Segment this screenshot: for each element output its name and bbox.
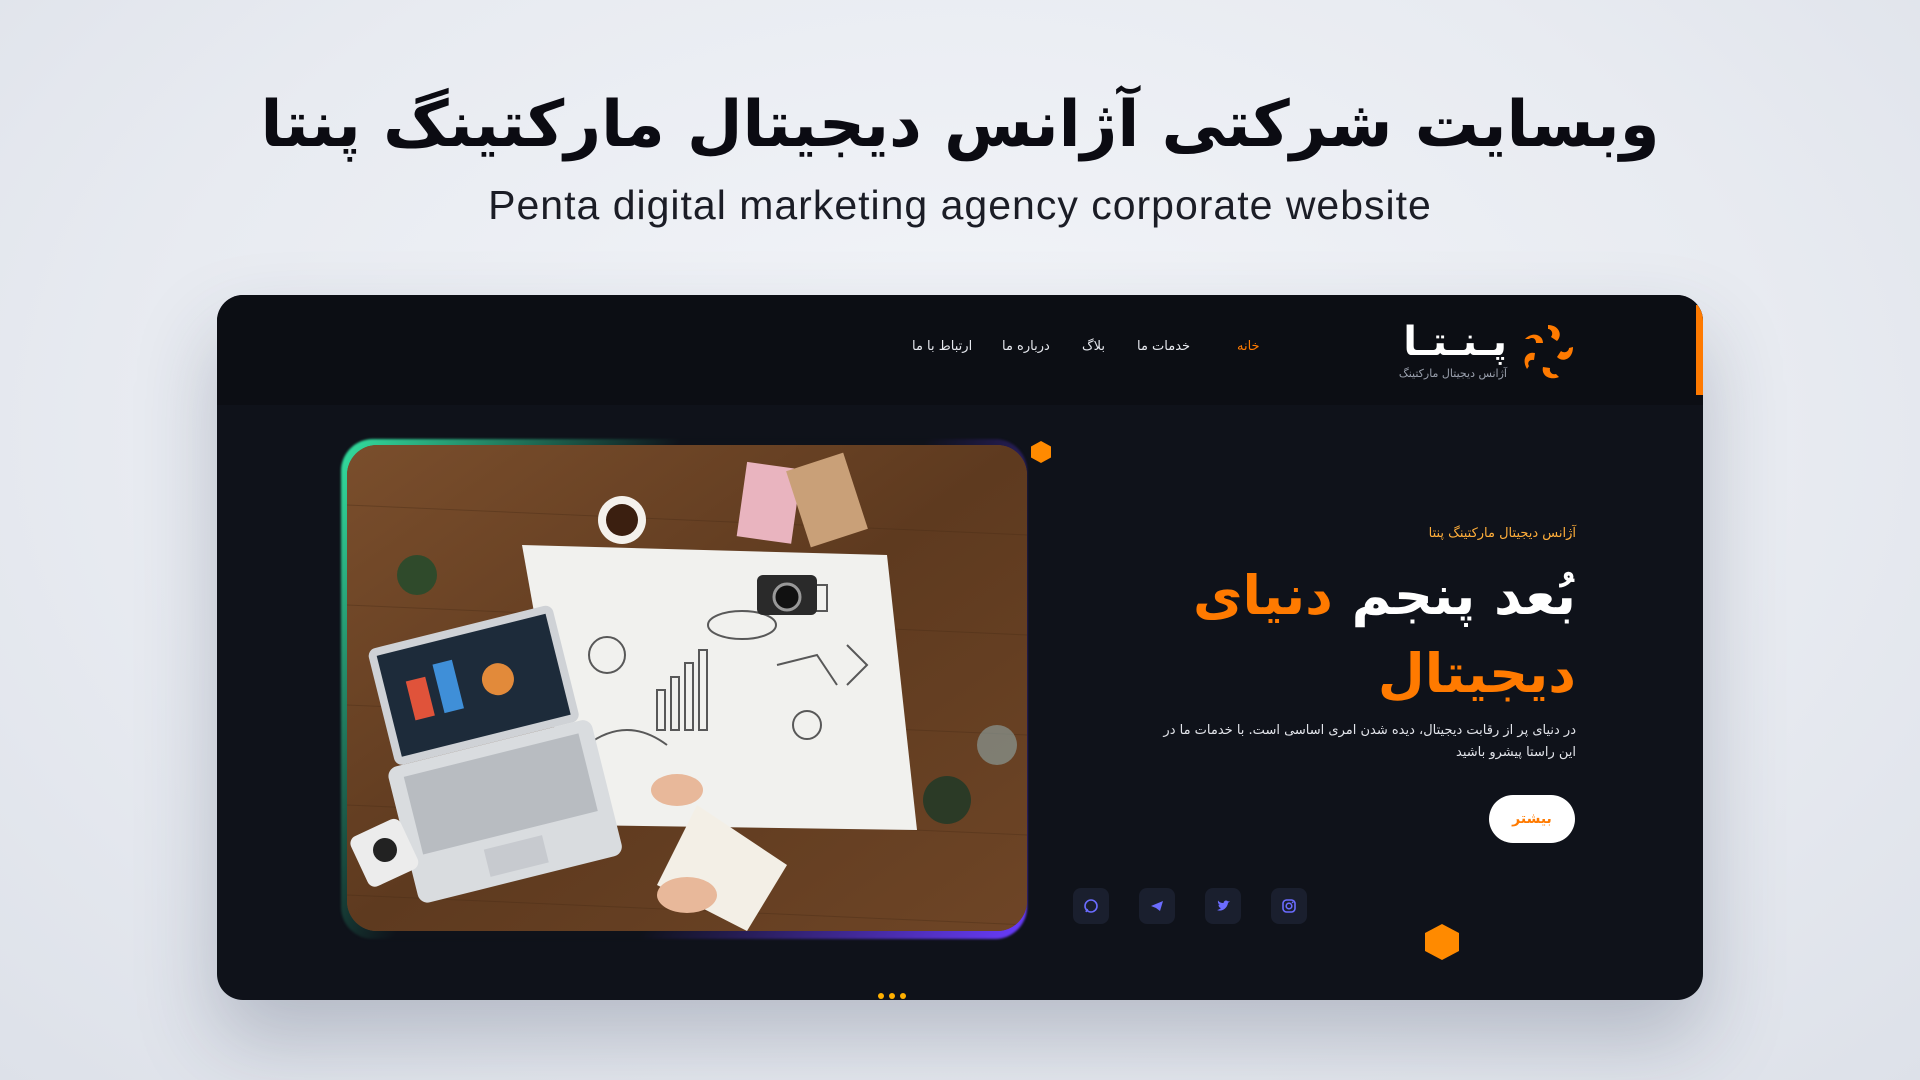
telegram-icon	[1151, 901, 1163, 911]
accent-bar	[1696, 305, 1703, 395]
hero-title-part3: دیجیتال	[1377, 642, 1576, 705]
hero-image	[347, 445, 1027, 931]
social-whatsapp-button[interactable]	[1073, 888, 1109, 924]
social-telegram-button[interactable]	[1139, 888, 1175, 924]
website-preview: پـنـتـا آژانس دیجیتال مارکتینگ خانه خدما…	[217, 295, 1703, 1000]
whatsapp-icon	[1084, 899, 1098, 913]
nav-item-services[interactable]: خدمات ما	[1137, 339, 1190, 354]
instagram-icon	[1282, 899, 1296, 913]
logo-tagline: آژانس دیجیتال مارکتینگ	[1398, 367, 1507, 380]
carousel-dots[interactable]	[877, 992, 917, 1000]
nav-item-about[interactable]: درباره ما	[1002, 339, 1050, 354]
hexagon-small-icon	[1031, 441, 1051, 463]
banner-title: وبسایت شرکتی آژانس دیجیتال مارکتینگ پنتا	[260, 88, 1661, 162]
hero-title-part1: بُعد پنجم	[1351, 564, 1576, 627]
nav-item-home[interactable]: خانه	[1237, 339, 1260, 354]
hero-eyebrow: آژانس دیجیتال مارکتینگ پنتا	[1428, 526, 1576, 541]
hero-image-frame	[341, 439, 1027, 939]
workspace-illustration-icon	[347, 445, 1027, 931]
nav-item-contact[interactable]: ارتباط با ما	[912, 339, 972, 354]
nav-item-blog[interactable]: بلاگ	[1082, 339, 1105, 354]
social-twitter-button[interactable]	[1205, 888, 1241, 924]
logo-name: پـنـتـا	[1403, 319, 1507, 365]
site-header: پـنـتـا آژانس دیجیتال مارکتینگ خانه خدما…	[217, 295, 1703, 405]
hexagon-large-icon	[1425, 924, 1459, 960]
logo-mark-icon[interactable]	[1513, 317, 1583, 387]
hero-title-part2: دنیای	[1193, 564, 1333, 627]
banner-subtitle: Penta digital marketing agency corporate…	[488, 182, 1432, 228]
social-instagram-button[interactable]	[1271, 888, 1307, 924]
twitter-icon	[1217, 900, 1230, 911]
hero-description: در دنیای پر از رقابت دیجیتال، دیده شدن ا…	[1163, 723, 1576, 760]
more-button[interactable]: بیشتر	[1489, 795, 1575, 843]
hero-title: بُعد پنجم دنیای دیجیتال	[1116, 557, 1576, 713]
